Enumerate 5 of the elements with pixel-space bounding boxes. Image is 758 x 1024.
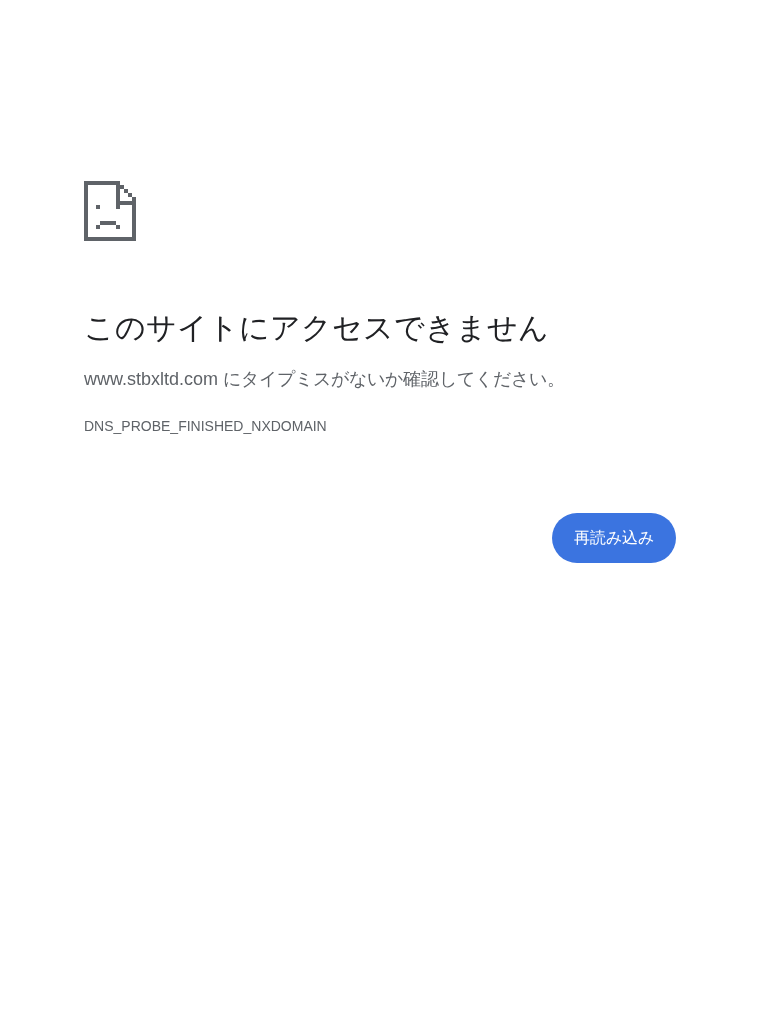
error-message: www.stbxltd.com にタイプミスがないか確認してください。 [84,368,567,391]
sad-page-icon [84,180,136,242]
error-title: このサイトにアクセスできません [84,310,550,346]
reload-button[interactable]: 再読み込み [552,513,676,563]
error-code: DNS_PROBE_FINISHED_NXDOMAIN [84,417,328,435]
